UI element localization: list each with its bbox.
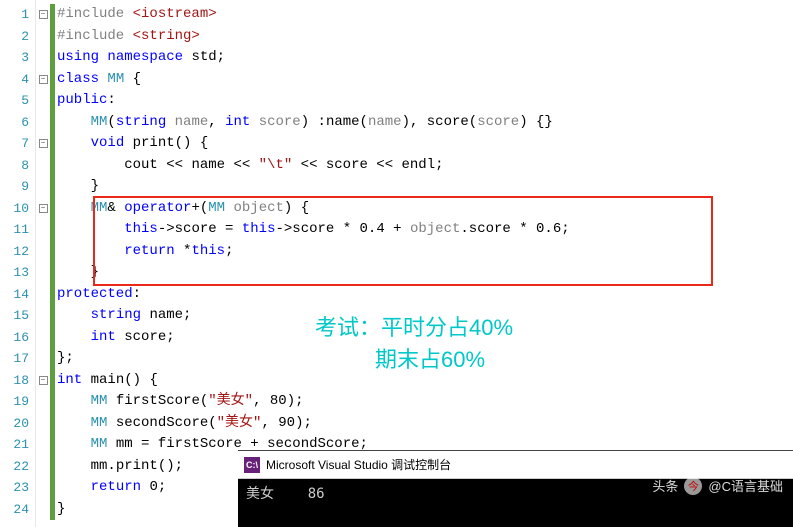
code-line[interactable]: int score; — [57, 327, 793, 349]
code-line[interactable]: this->score = this->score * 0.4 + object… — [57, 219, 793, 241]
line-number-gutter: 123 456 789 101112 131415 161718 192021 … — [0, 0, 36, 527]
code-editor[interactable]: 123 456 789 101112 131415 161718 192021 … — [0, 0, 793, 527]
fold-icon[interactable]: − — [39, 139, 48, 148]
code-line[interactable]: MM firstScore("美女", 80); — [57, 391, 793, 413]
code-line[interactable]: #include <iostream> — [57, 4, 793, 26]
code-line[interactable]: public: — [57, 90, 793, 112]
code-area[interactable]: #include <iostream> #include <string> us… — [55, 0, 793, 527]
code-line[interactable]: } — [57, 176, 793, 198]
code-line[interactable]: void print() { — [57, 133, 793, 155]
code-line[interactable]: cout << name << "\t" << score << endl; — [57, 155, 793, 177]
fold-icon[interactable]: − — [39, 204, 48, 213]
code-line[interactable]: protected: — [57, 284, 793, 306]
code-line[interactable]: class MM { — [57, 69, 793, 91]
fold-icon[interactable]: − — [39, 376, 48, 385]
code-line[interactable]: string name; — [57, 305, 793, 327]
watermark-icon: 今 — [684, 477, 702, 495]
code-line[interactable]: MM secondScore("美女", 90); — [57, 413, 793, 435]
fold-icon[interactable]: − — [39, 10, 48, 19]
code-line[interactable]: }; — [57, 348, 793, 370]
vs-icon: C:\ — [244, 457, 260, 473]
code-line[interactable]: int main() { — [57, 370, 793, 392]
code-line[interactable]: MM(string name, int score) :name(name), … — [57, 112, 793, 134]
console-window[interactable]: C:\ Microsoft Visual Studio 调试控制台 美女 86 … — [238, 450, 793, 527]
fold-icon[interactable]: − — [39, 75, 48, 84]
code-line[interactable]: MM& operator+(MM object) { — [57, 198, 793, 220]
code-line[interactable]: using namespace std; — [57, 47, 793, 69]
fold-column[interactable]: − − − − − — [36, 0, 50, 527]
watermark: 头条 今 @C语言基础 — [652, 476, 783, 495]
console-titlebar[interactable]: C:\ Microsoft Visual Studio 调试控制台 — [238, 451, 793, 479]
code-line[interactable]: } — [57, 262, 793, 284]
code-line[interactable]: #include <string> — [57, 26, 793, 48]
code-line[interactable]: return *this; — [57, 241, 793, 263]
console-title-text: Microsoft Visual Studio 调试控制台 — [266, 456, 451, 473]
